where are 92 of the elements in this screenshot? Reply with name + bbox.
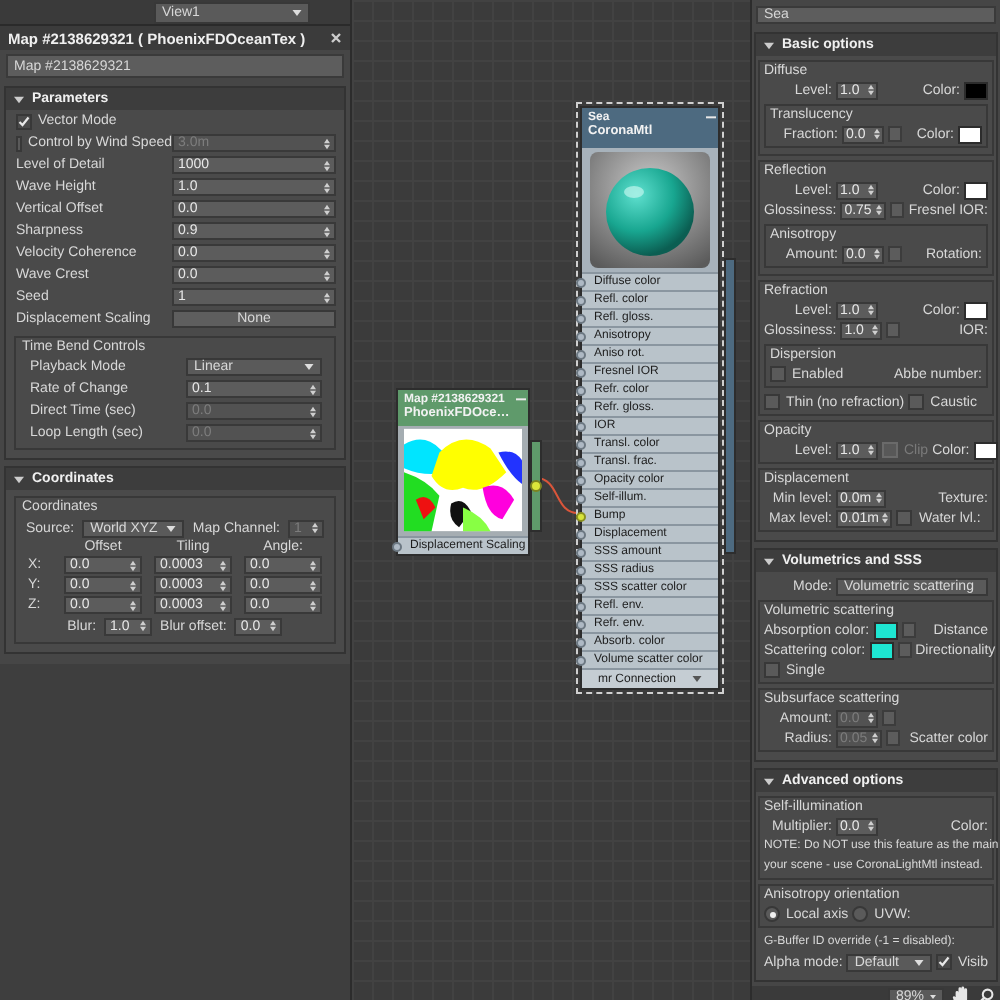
spinner-arrows-icon: [220, 599, 226, 611]
spinner-arrows-icon: [310, 383, 316, 395]
color-swatch[interactable]: [973, 441, 998, 459]
spinner-arrows-icon: [872, 324, 879, 336]
socket-dot[interactable]: [576, 313, 586, 323]
socket-dot[interactable]: [576, 403, 586, 413]
output-slot[interactable]: [530, 440, 542, 532]
spinner-arrows-icon: [868, 444, 874, 456]
spinner-arrows-icon: [874, 128, 880, 140]
socket-dot[interactable]: [576, 583, 586, 593]
caret-icon: [304, 364, 314, 370]
close-icon[interactable]: [330, 32, 342, 44]
spinner-arrows-icon: [875, 492, 882, 504]
spinner-arrows-icon: [324, 159, 330, 171]
socket-dot[interactable]: [576, 529, 586, 539]
caret-icon: [930, 993, 936, 999]
radio-button[interactable]: [852, 906, 869, 922]
checkbox[interactable]: [908, 394, 925, 410]
spinner-arrows-icon: [324, 269, 330, 281]
spinner-arrows-icon: [882, 512, 889, 524]
socket-dot[interactable]: [576, 601, 586, 611]
color-swatch[interactable]: [964, 81, 988, 99]
spinner-arrows-icon: [140, 620, 147, 632]
spinner-arrows-icon: [324, 137, 330, 149]
sphere-preview-drawing: [590, 152, 710, 268]
spinner-arrows-icon: [310, 427, 316, 439]
spinner-arrows-icon: [312, 522, 318, 534]
minimize-icon[interactable]: [516, 398, 526, 402]
color-swatch[interactable]: [873, 621, 898, 639]
spinner-arrows-icon: [130, 599, 136, 611]
checkbox[interactable]: [16, 113, 32, 129]
checkbox[interactable]: [935, 954, 952, 970]
node-editor-canvas[interactable]: [352, 0, 750, 1000]
socket-dot[interactable]: [576, 655, 586, 665]
spinner-arrows-icon: [220, 579, 226, 591]
socket-dot[interactable]: [576, 457, 586, 467]
spinner-arrows-icon: [874, 248, 880, 260]
minimize-icon[interactable]: [706, 116, 716, 120]
spinner-arrows-icon: [324, 203, 330, 215]
spinner-arrows-icon: [220, 559, 226, 571]
socket-dot[interactable]: [576, 277, 586, 287]
hand-icon[interactable]: [952, 986, 970, 1000]
spinner-arrows-icon: [310, 559, 316, 571]
output-socket-dot[interactable]: [530, 480, 542, 492]
spinner-arrows-icon: [324, 291, 330, 303]
socket-dot[interactable]: [576, 511, 586, 521]
color-swatch[interactable]: [964, 301, 988, 319]
caret-icon: [913, 959, 924, 965]
socket-dot[interactable]: [392, 541, 402, 551]
noise-texture-drawing: [404, 428, 522, 532]
socket-dot[interactable]: [576, 367, 586, 377]
spinner-arrows-icon: [130, 559, 136, 571]
checkbox[interactable]: [764, 662, 780, 678]
color-swatch[interactable]: [964, 181, 988, 199]
spinner-arrows-icon: [868, 184, 874, 196]
spinner-arrows-icon: [871, 732, 878, 744]
color-swatch[interactable]: [958, 125, 982, 143]
spinner-arrows-icon: [310, 405, 316, 417]
spinner-arrows-icon: [270, 620, 277, 632]
socket-dot[interactable]: [576, 385, 586, 395]
socket-dot[interactable]: [576, 547, 586, 557]
search-icon[interactable]: [978, 988, 994, 1000]
socket-dot[interactable]: [576, 295, 586, 305]
caret-icon: [166, 525, 177, 531]
socket-dot[interactable]: [576, 475, 586, 485]
socket-dot[interactable]: [576, 439, 586, 449]
spinner-arrows-icon: [324, 225, 330, 237]
material-node[interactable]: [580, 106, 720, 690]
socket-dot[interactable]: [576, 565, 586, 575]
spinner-arrows-icon: [868, 820, 874, 832]
spinner-arrows-icon: [324, 181, 330, 193]
spinner-arrows-icon: [130, 579, 136, 591]
socket-dot[interactable]: [576, 493, 586, 503]
spinner-arrows-icon: [868, 304, 874, 316]
caret-icon: [292, 10, 302, 16]
spinner-arrows-icon: [324, 247, 330, 259]
spinner-arrows-icon: [310, 579, 316, 591]
spinner-arrows-icon: [875, 204, 882, 216]
socket-dot[interactable]: [576, 619, 586, 629]
radio-button[interactable]: [764, 906, 780, 922]
socket-dot[interactable]: [576, 331, 586, 341]
caret-icon: [692, 676, 703, 682]
checkbox[interactable]: [764, 394, 780, 410]
spinner-arrows-icon: [868, 712, 874, 724]
socket-dot[interactable]: [576, 637, 586, 647]
spinner-arrows-icon: [868, 84, 874, 96]
color-swatch[interactable]: [869, 641, 894, 659]
socket-dot[interactable]: [576, 421, 586, 431]
checkbox[interactable]: [770, 366, 786, 382]
socket-dot[interactable]: [576, 349, 586, 359]
checkbox[interactable]: [896, 510, 913, 526]
spinner-arrows-icon: [310, 599, 316, 611]
